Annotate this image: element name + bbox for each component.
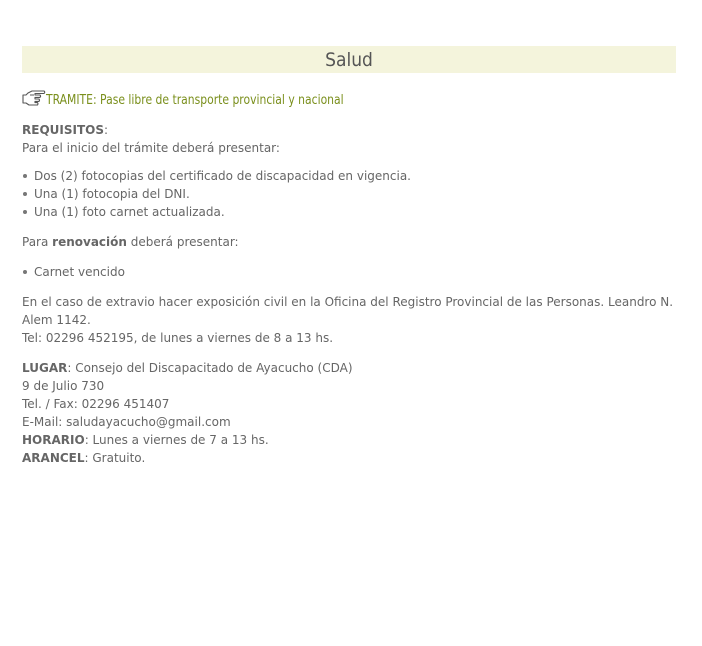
- lugar-email: E-Mail: saludayacucho@gmail.com: [22, 415, 231, 429]
- list-item: Una (1) fotocopia del DNI.: [22, 185, 676, 203]
- requisitos-line: REQUISITOS:: [22, 121, 676, 139]
- horario-label: HORARIO: [22, 433, 85, 447]
- requisitos-label: REQUISITOS: [22, 123, 104, 137]
- lugar-label: LUGAR: [22, 361, 68, 375]
- tramite-heading: TRAMITE: Pase libre de transporte provin…: [22, 88, 676, 110]
- renovacion-suffix: deberá presentar:: [126, 235, 239, 249]
- requisitos-list: Dos (2) fotocopias del certificado de di…: [22, 167, 676, 221]
- requisitos-intro: Para el inicio del trámite deberá presen…: [22, 141, 280, 155]
- list-item: Carnet vencido: [22, 263, 676, 281]
- lugar-phone: Tel. / Fax: 02296 451407: [22, 397, 170, 411]
- page: Salud TRAMITE: Pase libre de transporte …: [0, 46, 702, 467]
- renovacion-line: Para renovación deberá presentar:: [22, 233, 676, 251]
- renovacion-bold: renovación: [52, 235, 127, 249]
- horario-value: : Lunes a viernes de 7 a 13 hs.: [84, 433, 269, 447]
- horario-line: HORARIO: Lunes a viernes de 7 a 13 hs.: [22, 431, 676, 449]
- lugar-line: LUGAR: Consejo del Discapacitado de Ayac…: [22, 359, 676, 377]
- content: REQUISITOS: Para el inicio del trámite d…: [22, 121, 676, 467]
- lugar-address: 9 de Julio 730: [22, 379, 105, 393]
- extravio-phone: Tel: 02296 452195, de lunes a viernes de…: [22, 331, 334, 345]
- lugar-value: : Consejo del Discapacitado de Ayacucho …: [67, 361, 353, 375]
- section-title: Salud: [22, 46, 676, 73]
- arancel-line: ARANCEL: Gratuito.: [22, 449, 676, 467]
- list-item: Dos (2) fotocopias del certificado de di…: [22, 167, 676, 185]
- arancel-value: : Gratuito.: [84, 451, 146, 465]
- renovacion-prefix: Para: [22, 235, 53, 249]
- list-item: Una (1) foto carnet actualizada.: [22, 203, 676, 221]
- extravio-text: En el caso de extravio hacer exposición …: [22, 295, 674, 327]
- arancel-label: ARANCEL: [22, 451, 85, 465]
- requisitos-colon: :: [103, 123, 109, 137]
- tramite-title: TRAMITE: Pase libre de transporte provin…: [46, 92, 344, 108]
- renovacion-list: Carnet vencido: [22, 263, 676, 281]
- pointing-hand-icon: [22, 89, 46, 109]
